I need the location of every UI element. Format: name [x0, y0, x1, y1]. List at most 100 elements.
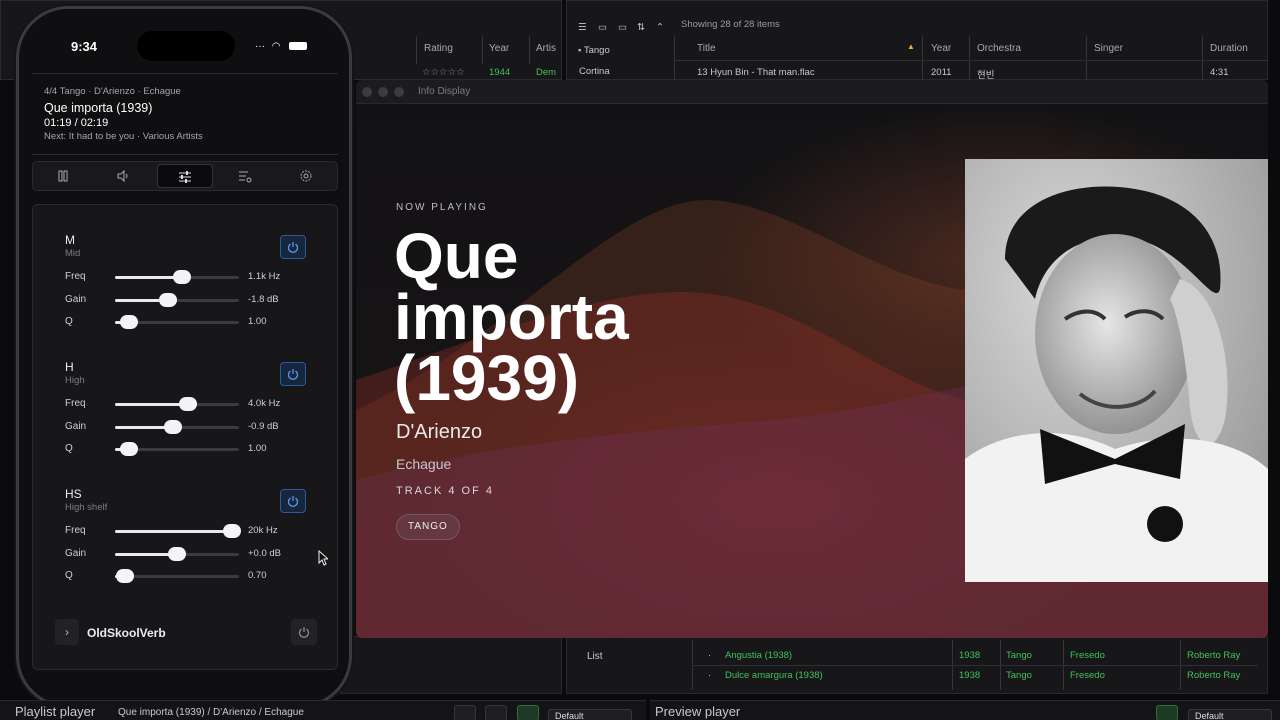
control-tabs [32, 161, 338, 191]
band-name: HS [65, 487, 82, 501]
volume-icon [117, 169, 128, 183]
divider [416, 36, 417, 64]
slider-thumb[interactable] [168, 546, 186, 561]
track-position: TRACK 4 OF 4 [396, 485, 494, 497]
col-singer[interactable]: Singer [1094, 43, 1123, 54]
slider-thumb[interactable] [159, 292, 178, 307]
q-value: 1.00 [248, 316, 267, 328]
q-value: 0.70 [248, 570, 267, 582]
minimize-button[interactable] [378, 87, 388, 97]
col-duration[interactable]: Duration [1210, 43, 1248, 54]
row-duration: 4:31 [1210, 67, 1229, 78]
freq-slider[interactable] [115, 524, 241, 538]
power-icon [287, 369, 299, 380]
image-button[interactable] [454, 705, 476, 720]
info-display-window: Info Display NOW PLAYING Que importa (19… [356, 80, 1268, 638]
tab-playlist[interactable] [218, 164, 274, 188]
row-title[interactable]: Angustia (1938) [725, 650, 792, 661]
close-button[interactable] [362, 87, 372, 97]
col-year[interactable]: Year [931, 43, 951, 54]
gain-slider[interactable] [115, 292, 239, 307]
now-meta: 4/4 Tango · D'Arienzo · Echague [44, 86, 181, 97]
header-divider [674, 60, 1268, 61]
tab-equalizer[interactable] [157, 164, 213, 188]
freq-slider[interactable] [115, 270, 239, 284]
row-bullet: · [708, 650, 712, 661]
slider-thumb[interactable] [119, 442, 138, 457]
row-title[interactable]: Dulce amargura (1938) [725, 670, 823, 681]
q-value: 1.00 [248, 443, 267, 455]
band-power-button[interactable] [280, 362, 306, 386]
sidebar-item-list[interactable]: List [587, 651, 603, 662]
freq-value: 4.0k Hz [248, 398, 281, 409]
q-slider[interactable] [115, 442, 239, 457]
waveform-button[interactable] [1156, 705, 1178, 720]
output-select[interactable]: Default [548, 709, 632, 720]
preview-output-select[interactable]: Default [1188, 709, 1272, 720]
list-icon[interactable]: ☰ [578, 22, 587, 33]
now-playing-card[interactable]: 4/4 Tango · D'Arienzo · Echague Que impo… [32, 73, 338, 155]
battery-icon [289, 42, 308, 51]
sort-icon[interactable]: ⇅ [637, 22, 645, 33]
folder-icon: ▪ [578, 45, 582, 56]
divider [482, 36, 483, 64]
divider [674, 36, 675, 80]
library-left-panel-lower [340, 636, 562, 694]
window-title: Info Display [418, 86, 471, 97]
col-title[interactable]: Title [697, 43, 716, 54]
row-divider [692, 665, 1258, 666]
rating-stars[interactable]: ☆☆☆☆☆ [422, 67, 465, 78]
reverb-power-button[interactable] [291, 619, 317, 645]
slider-thumb[interactable] [222, 524, 241, 538]
gain-label: Gain [65, 293, 87, 305]
slider-thumb[interactable] [179, 397, 198, 411]
row-title[interactable]: 13 Hyun Bin - That man.flac [697, 67, 815, 78]
maximize-button[interactable] [394, 87, 404, 97]
lock-button[interactable] [485, 705, 507, 720]
phone-remote: 9:34 ··· ◠ 4/4 Tango · D'Arienzo · Echag… [16, 6, 352, 708]
q-label: Q [65, 570, 73, 582]
expand-chevron-icon[interactable]: › [55, 619, 79, 645]
q-slider[interactable] [115, 569, 239, 584]
q-slider[interactable] [115, 315, 239, 330]
gain-value: +0.0 dB [248, 547, 282, 559]
freq-value: 1.1k Hz [248, 271, 281, 282]
col-artist[interactable]: Artis [536, 43, 556, 54]
folder-icon[interactable]: ▭ [598, 22, 607, 33]
items-count: Showing 28 of 28 items [681, 19, 780, 30]
window-titlebar[interactable]: Info Display [356, 80, 1268, 104]
gain-slider[interactable] [115, 419, 239, 434]
folder-move-icon[interactable]: ▭ [618, 22, 627, 33]
col-rating[interactable]: Rating [424, 43, 453, 54]
freq-slider[interactable] [115, 397, 239, 411]
slider-thumb[interactable] [172, 270, 191, 284]
sort-asc-icon[interactable]: ▲ [907, 42, 915, 51]
tab-pause[interactable] [36, 164, 92, 188]
gain-slider[interactable] [115, 546, 239, 561]
slider-thumb[interactable] [164, 419, 183, 434]
gain-label: Gain [65, 420, 87, 432]
slider-thumb[interactable] [119, 315, 138, 330]
slider-fill [115, 276, 182, 279]
dynamic-island [137, 31, 235, 61]
track-title: Que importa (1939) [394, 220, 629, 414]
tab-volume[interactable] [96, 164, 152, 188]
band-name: M [65, 233, 75, 247]
collapse-icon[interactable]: ⌃ [656, 22, 664, 33]
band-power-button[interactable] [280, 489, 306, 513]
slider-thumb[interactable] [115, 569, 134, 584]
col-year[interactable]: Year [489, 43, 509, 54]
row-year: 2011 [931, 67, 952, 78]
tab-settings[interactable] [279, 164, 335, 188]
reverb-row[interactable]: › OldSkoolVerb [55, 619, 319, 649]
equalizer-icon [179, 171, 191, 183]
folder-item-cortina[interactable]: Cortina [579, 66, 610, 77]
band-power-button[interactable] [280, 235, 306, 259]
mouse-cursor-icon [318, 550, 328, 566]
slider-fill [115, 403, 189, 406]
folder-item-tango[interactable]: ▪ Tango [578, 45, 610, 56]
row-bullet: · [708, 670, 712, 681]
waveform-button[interactable] [517, 705, 539, 720]
now-playing-label: NOW PLAYING [396, 202, 488, 213]
col-orchestra[interactable]: Orchestra [977, 43, 1021, 54]
